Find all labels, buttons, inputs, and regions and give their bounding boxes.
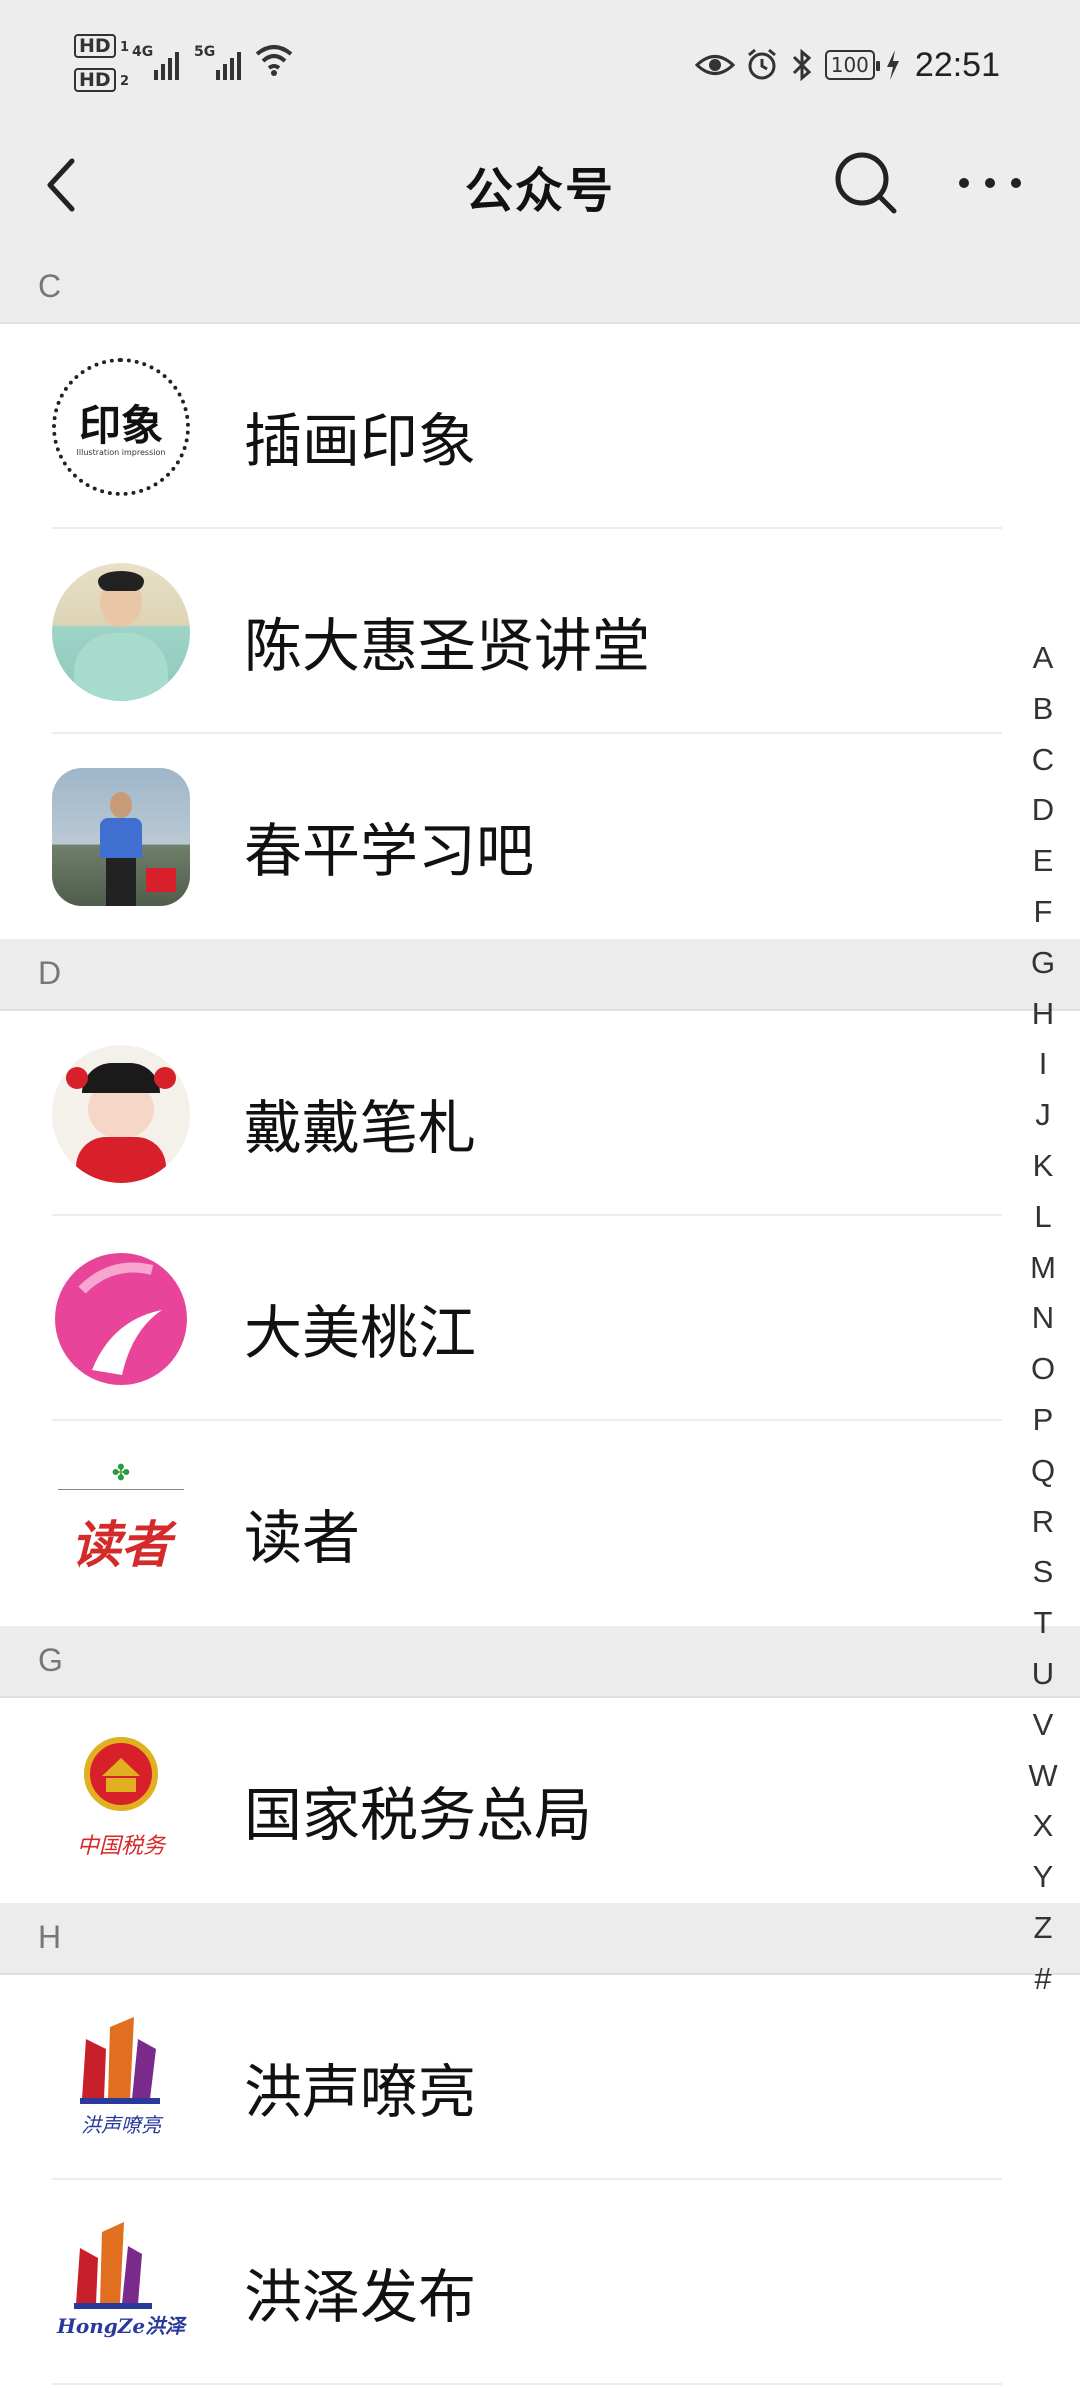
alarm-icon [747,48,776,80]
city-logo-icon [74,2222,152,2309]
index-letter[interactable]: E [1020,836,1066,887]
account-name: 插画印象 [244,407,477,475]
city-logo-icon [80,2017,160,2104]
avatar-logo-text: 读者 [71,1515,171,1574]
avatar [52,563,190,701]
index-letter[interactable]: T [1020,1598,1066,1649]
index-letter[interactable]: G [1020,938,1066,989]
index-letter[interactable]: O [1020,1344,1066,1395]
battery-icon: 100 [824,50,881,80]
index-letter[interactable]: D [1020,785,1066,836]
index-letter[interactable]: M [1020,1243,1066,1294]
index-letter[interactable]: A [1020,633,1066,684]
avatar-logo-text: 中国税务 [76,1834,165,1859]
account-name: 春平学习吧 [244,817,535,885]
avatar-logo-text: 印象 [78,401,163,450]
section-letter: H [38,1919,62,1955]
account-name: 陈大惠圣贤讲堂 [244,612,651,680]
eye-icon [694,55,735,75]
account-row[interactable]: 陈大惠圣贤讲堂 [0,529,1080,734]
alphabet-index[interactable]: A B C D E F G H I J K L M N O P Q R S T … [1020,633,1066,2005]
avatar-logo-text: HongZe洪泽 [56,2314,186,2338]
account-row[interactable]: ✤ 读者 读者 [0,1421,1080,1626]
section-letter: D [38,955,62,991]
account-row[interactable]: 印象 Illustration impression 插画印象 [0,324,1080,529]
account-row[interactable]: 大美桃江 [0,1216,1080,1421]
index-letter[interactable]: K [1020,1141,1066,1192]
more-icon[interactable] [950,143,1030,223]
account-row[interactable]: 洪声嘹亮 洪声嘹亮 [0,1975,1080,2180]
account-row[interactable]: 春平学习吧 [0,734,1080,939]
divider [52,2383,1002,2385]
account-row[interactable]: 戴戴笔札 [0,1011,1080,1216]
index-letter[interactable]: S [1020,1547,1066,1598]
search-icon[interactable] [826,143,906,223]
navigation-bar: 公众号 [0,125,1080,252]
avatar: 印象 Illustration impression [52,358,190,496]
status-time: 22:51 [914,45,1000,84]
signal-icon-2 [216,44,241,80]
index-letter[interactable]: Q [1020,1446,1066,1497]
section-letter: C [38,268,62,304]
account-name: 洪泽发布 [244,2263,477,2331]
hd1-badge: HD [74,34,116,58]
account-name: 大美桃江 [244,1299,477,1367]
avatar: HongZe洪泽 [52,2214,190,2352]
clover-icon: ✤ [111,1461,131,1486]
index-letter[interactable]: U [1020,1649,1066,1700]
avatar: ✤ 读者 [52,1455,190,1593]
index-letter[interactable]: H [1020,989,1066,1040]
account-name: 洪声嘹亮 [244,2058,477,2126]
section-header-d: D [0,939,1080,1011]
index-letter[interactable]: F [1020,887,1066,938]
section-letter: G [38,1642,63,1678]
account-row[interactable]: 中国税务 国家税务总局 [0,1698,1080,1903]
index-letter[interactable]: Y [1020,1852,1066,1903]
section-header-h: H [0,1903,1080,1975]
index-letter[interactable]: # [1020,1954,1066,2005]
network-4g-label: 4G [132,44,154,60]
status-right: 100 22:51 [694,40,1000,90]
avatar [52,1045,190,1183]
sim1-label: 1 [120,40,130,55]
account-name: 戴戴笔札 [244,1094,477,1162]
header-area: HD 1 HD 2 4G 5G 100 22:51 公众号 [0,0,1080,252]
index-letter[interactable]: W [1020,1751,1066,1802]
network-5g-label: 5G [194,44,216,60]
bluetooth-icon [792,48,811,82]
signal-icon [154,44,179,80]
account-row[interactable]: HongZe洪泽 洪泽发布 [0,2180,1080,2385]
hd2-badge: HD [74,68,116,92]
index-letter[interactable]: L [1020,1192,1066,1243]
index-letter[interactable]: P [1020,1395,1066,1446]
index-letter[interactable]: C [1020,735,1066,786]
account-name: 读者 [244,1504,361,1572]
charging-icon [886,50,899,80]
index-letter[interactable]: N [1020,1293,1066,1344]
avatar-logo-text: 洪声嘹亮 [81,2113,161,2137]
index-letter[interactable]: I [1020,1039,1066,1090]
status-bar: HD 1 HD 2 4G 5G 100 22:51 [0,0,1080,125]
section-header-g: G [0,1626,1080,1698]
avatar: 中国税务 [52,1732,190,1870]
peach-logo-icon [55,1253,187,1385]
index-letter[interactable]: V [1020,1700,1066,1751]
index-letter[interactable]: R [1020,1497,1066,1548]
avatar [52,1250,190,1388]
tax-emblem-icon [84,1737,158,1811]
wifi-icon [255,45,293,76]
page-title: 公众号 [464,163,615,219]
avatar-logo-subtext: Illustration impression [76,448,166,457]
index-letter[interactable]: Z [1020,1903,1066,1954]
avatar: 洪声嘹亮 [52,2009,190,2147]
avatar [52,768,190,906]
sim2-label: 2 [120,74,130,89]
index-letter[interactable]: J [1020,1090,1066,1141]
index-letter[interactable]: B [1020,684,1066,735]
account-name: 国家税务总局 [244,1781,593,1849]
section-header-c: C [0,252,1080,324]
index-letter[interactable]: X [1020,1801,1066,1852]
